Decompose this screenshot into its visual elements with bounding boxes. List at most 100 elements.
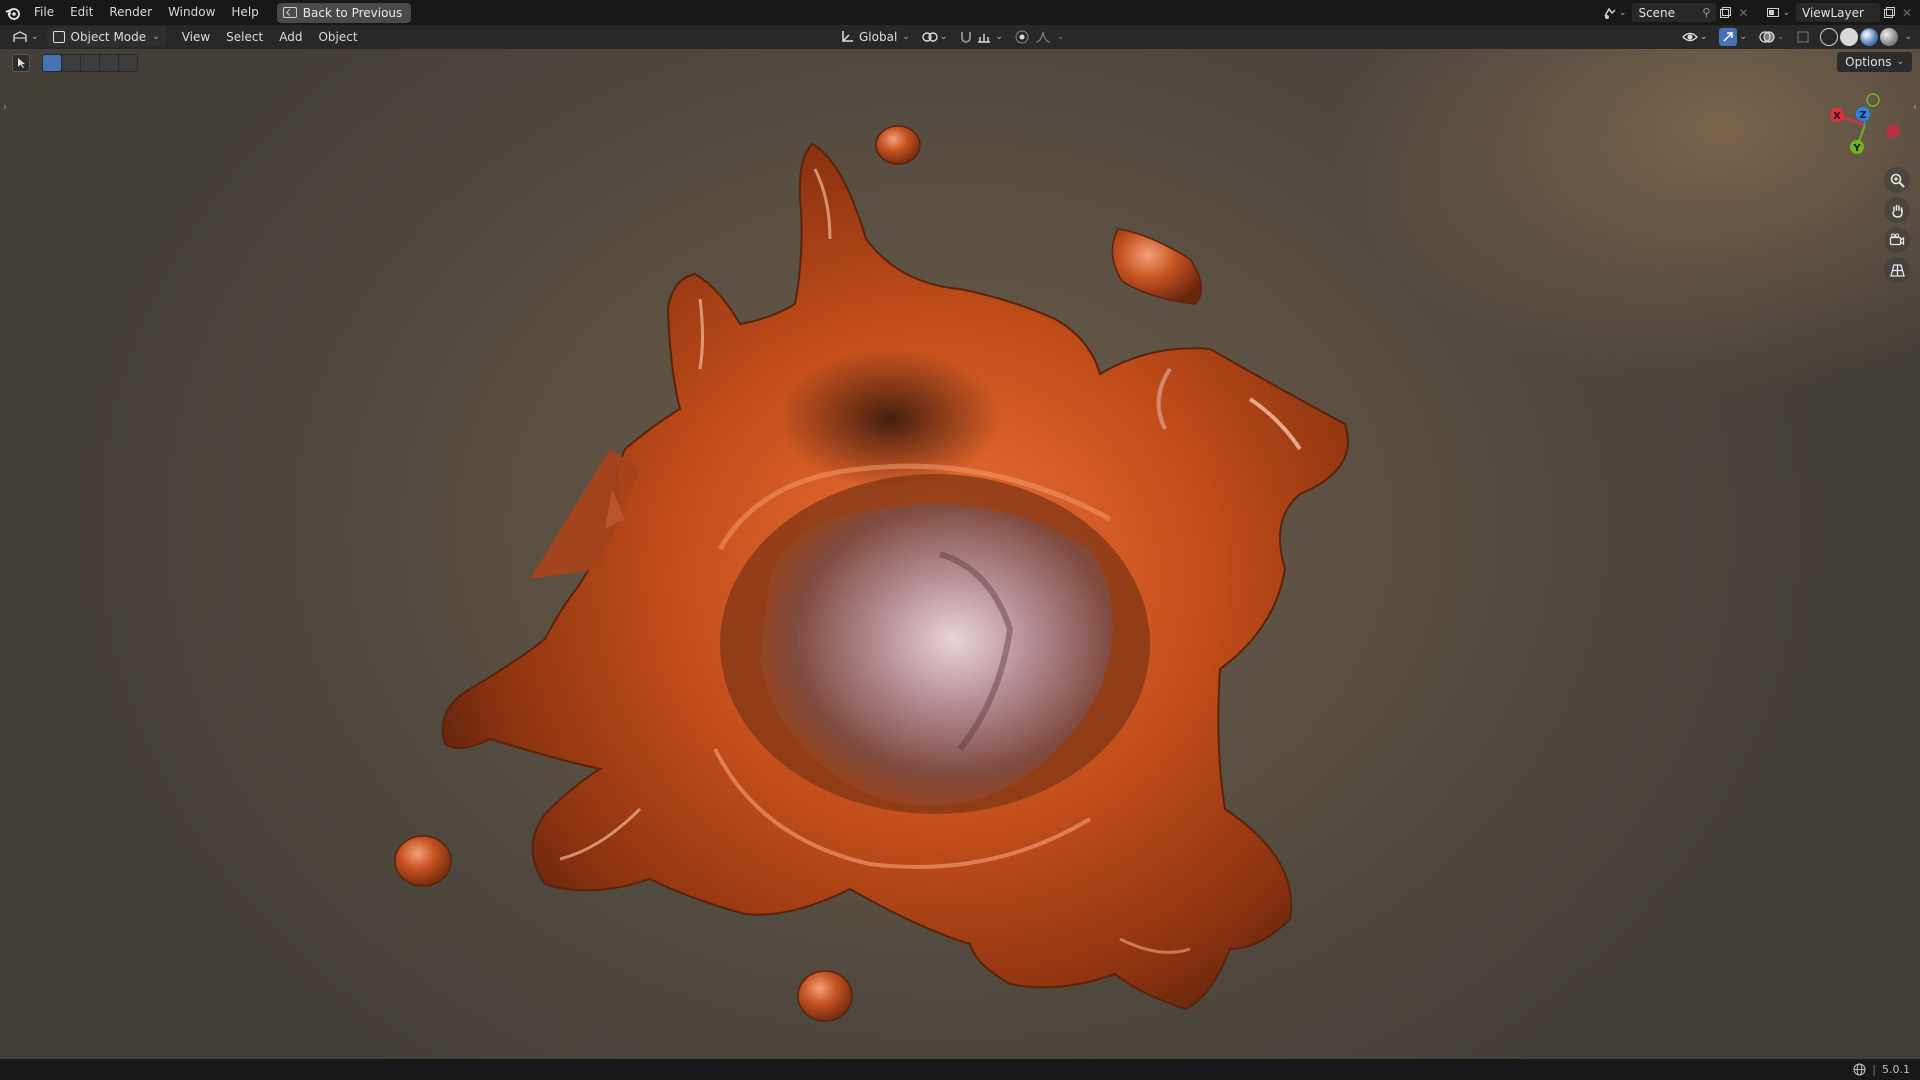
snapping-group[interactable]: ⌄ (955, 27, 1007, 47)
gizmo-neg-y-handle[interactable] (1866, 93, 1880, 107)
rendered-shading-icon[interactable] (1880, 28, 1899, 46)
object-mode-dropdown[interactable]: Object Mode ⌄ (46, 27, 166, 47)
select-intersect-mode-icon[interactable] (119, 55, 137, 71)
zoom-view-button[interactable] (1884, 167, 1910, 193)
scene-icon[interactable] (1601, 4, 1619, 22)
view-layer-name: ViewLayer (1802, 5, 1864, 20)
tool-settings-row (12, 53, 138, 73)
back-to-previous-button[interactable]: Back to Previous (276, 2, 412, 23)
view-layer-icon[interactable] (1764, 4, 1782, 22)
wireframe-shading-icon[interactable] (1820, 28, 1839, 46)
select-tool-button[interactable] (12, 54, 30, 72)
gizmo-y-label: Y (1852, 143, 1861, 154)
top-right-group: ⌄ Scene ⚲ ✕ ⌄ ViewLayer ✕ (1601, 0, 1920, 25)
gizmo-x-label: X (1833, 111, 1841, 122)
camera-icon (1889, 233, 1905, 246)
editor-type-chevron-icon: ⌄ (31, 32, 39, 42)
select-invert-mode-icon[interactable] (100, 55, 118, 71)
proportional-editing-group[interactable]: ⌄ (1011, 27, 1069, 47)
sidebar-expand-arrow-icon[interactable]: ‹ (1910, 97, 1920, 117)
camera-view-button[interactable] (1884, 227, 1910, 253)
status-separator: | (1872, 1063, 1876, 1076)
overlays-chevron-icon: ⌄ (1776, 32, 1785, 42)
pivot-link-icon (922, 32, 938, 42)
menu-window[interactable]: Window (160, 0, 223, 25)
status-bar-right: | 5.0.1 (1853, 1059, 1910, 1080)
delete-view-layer-icon[interactable]: ✕ (1898, 4, 1916, 22)
zoom-magnifier-icon (1890, 173, 1905, 188)
scene-name-field[interactable]: Scene ⚲ (1632, 3, 1717, 22)
options-dropdown[interactable]: Options ⌄ (1837, 52, 1912, 72)
view-layer-field[interactable]: ViewLayer (1796, 3, 1880, 22)
object-visibility-dropdown[interactable]: ⌄ (1680, 27, 1710, 47)
pivot-chevron-icon: ⌄ (939, 32, 948, 42)
shading-chevron-icon[interactable]: ⌄ (1904, 32, 1912, 42)
object-mode-label: Object Mode (70, 30, 147, 44)
scene-name: Scene (1638, 5, 1676, 20)
pin-icon[interactable]: ⚲ (1702, 6, 1710, 19)
selection-mode-group (42, 54, 138, 72)
transform-tools-group: Global ⌄ ⌄ ⌄ ⌄ (836, 25, 1068, 49)
gizmo-neg-x-handle[interactable] (1886, 124, 1900, 138)
snap-magnet-icon (961, 32, 972, 43)
overlays-icon (1759, 31, 1775, 43)
transform-orientation-dropdown[interactable]: Global ⌄ (836, 27, 914, 47)
blender-version: 5.0.1 (1882, 1063, 1910, 1076)
back-icon (282, 7, 297, 18)
menu-file[interactable]: File (26, 0, 62, 25)
top-menu-bar: File Edit Render Window Help Back to Pre… (0, 0, 1920, 25)
network-globe-icon[interactable] (1853, 1063, 1866, 1076)
select-extend-mode-icon[interactable] (62, 55, 80, 71)
gizmo-toggle[interactable]: ⌄ (1717, 27, 1749, 47)
back-to-previous-label: Back to Previous (302, 5, 403, 20)
menu-object[interactable]: Object (310, 27, 365, 47)
orientation-chevron-icon: ⌄ (902, 32, 910, 42)
gizmo-chevron-icon: ⌄ (1739, 32, 1747, 42)
viewport-header: ⌄ Object Mode ⌄ View Select Add Object G… (0, 25, 1920, 49)
new-scene-icon[interactable] (1716, 4, 1734, 22)
perspective-toggle-button[interactable] (1884, 257, 1910, 283)
scene-dropdown-chevron-icon[interactable]: ⌄ (1619, 8, 1627, 18)
3d-viewport[interactable]: Options ⌄ › ‹ X Z Y (0, 49, 1920, 1059)
pivot-point-dropdown[interactable]: ⌄ (918, 27, 952, 47)
proportional-editing-icon (1015, 30, 1029, 44)
menu-add[interactable]: Add (271, 27, 310, 47)
gizmo-z-label: Z (1859, 110, 1866, 121)
material-preview-shading-icon[interactable] (1860, 28, 1879, 46)
grid-perspective-icon (1889, 263, 1905, 277)
delete-scene-icon[interactable]: ✕ (1734, 4, 1752, 22)
view-layer-dropdown-chevron-icon[interactable]: ⌄ (1782, 8, 1790, 18)
menu-help[interactable]: Help (223, 0, 266, 25)
menu-render[interactable]: Render (101, 0, 160, 25)
select-new-mode-icon[interactable] (43, 55, 61, 71)
snap-increment-icon (978, 34, 991, 43)
select-subtract-mode-icon[interactable] (81, 55, 99, 71)
options-label: Options (1845, 55, 1892, 69)
3d-viewport-icon (13, 31, 27, 42)
snap-chevron-icon: ⌄ (995, 32, 1003, 42)
object-mode-chevron-icon: ⌄ (152, 32, 160, 42)
falloff-chevron-icon: ⌄ (1056, 32, 1065, 42)
liquid-splash-render (394, 125, 1349, 1022)
hand-pan-icon (1891, 204, 1903, 218)
overlays-toggle[interactable]: ⌄ (1757, 27, 1787, 47)
editor-type-button[interactable]: ⌄ (0, 27, 43, 47)
blender-logo-icon[interactable] (0, 0, 26, 25)
options-chevron-icon: ⌄ (1896, 57, 1904, 67)
visibility-chevron-icon: ⌄ (1699, 32, 1708, 42)
xray-toggle-icon[interactable] (1794, 28, 1812, 46)
menu-edit[interactable]: Edit (62, 0, 101, 25)
toolbar-expand-arrow-icon[interactable]: › (0, 97, 10, 117)
menu-view[interactable]: View (174, 27, 218, 47)
solid-shading-icon[interactable] (1840, 28, 1859, 46)
cursor-arrow-icon (18, 58, 25, 68)
menu-select[interactable]: Select (218, 27, 271, 47)
object-mode-icon (52, 31, 65, 43)
navigation-gizmo[interactable]: X Z Y (1820, 85, 1910, 165)
eye-icon (1681, 32, 1698, 42)
new-view-layer-icon[interactable] (1880, 4, 1898, 22)
status-bar: | 5.0.1 (0, 1059, 1920, 1080)
orientation-axes-icon (842, 31, 853, 42)
pan-view-button[interactable] (1884, 197, 1910, 223)
falloff-curve-icon (1035, 31, 1050, 43)
